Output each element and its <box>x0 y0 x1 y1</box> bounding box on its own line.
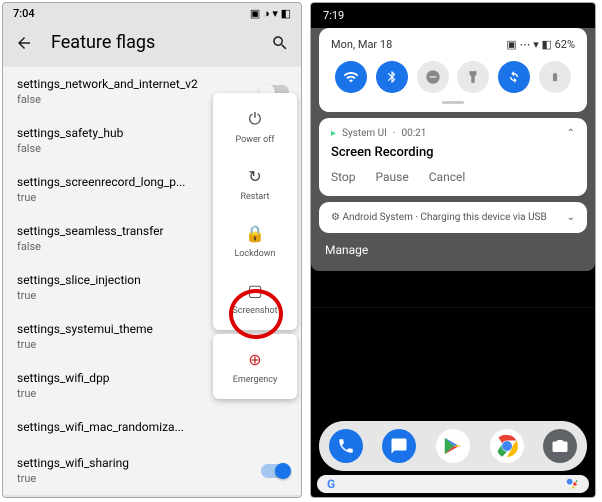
status-bar: 7:04 ▣ ◑ ▾ ◧ <box>3 3 301 22</box>
manage-button[interactable]: Manage <box>319 233 587 263</box>
lock-icon: 🔒 <box>217 224 293 243</box>
action-cancel[interactable]: Cancel <box>429 170 466 184</box>
assistant-icon[interactable] <box>565 477 579 491</box>
chevron-up-icon[interactable]: ⌃ <box>567 128 575 139</box>
screenshot-button[interactable]: ▢ Screenshot <box>213 269 297 326</box>
gear-icon: ⚙ <box>331 212 340 223</box>
notification-charging[interactable]: ⚙ Android System · Charging this device … <box>319 202 587 233</box>
toggle[interactable] <box>261 464 289 478</box>
app-messages-icon[interactable] <box>382 429 416 463</box>
screenshot-icon: ▢ <box>217 281 293 300</box>
shade-date: Mon, Mar 18 <box>331 38 392 51</box>
header: Feature flags <box>3 22 301 67</box>
search-icon[interactable] <box>271 34 289 52</box>
quick-settings-panel: Mon, Mar 18 ▣ ⋯ ▾ ◧ 62% <box>319 28 587 112</box>
notification-screen-recording[interactable]: ▸ System UI · 00:21 ⌃ Screen Recording S… <box>319 118 587 196</box>
phone-notification-shade: 7:19 Mon, Mar 18 ▣ ⋯ ▾ ◧ 62% <box>310 2 596 498</box>
app-camera-icon[interactable] <box>543 429 577 463</box>
app-phone-icon[interactable] <box>329 429 363 463</box>
restart-icon: ↻ <box>217 167 293 186</box>
android-icon: ▸ <box>331 128 336 139</box>
notification-title: Screen Recording <box>331 145 575 160</box>
dock <box>319 421 587 471</box>
back-icon[interactable] <box>15 34 33 52</box>
power-menu: ⏻ Power off ↻ Restart 🔒 Lockdown ▢ Scree… <box>213 93 297 399</box>
status-time: 7:19 <box>323 9 344 22</box>
status-time: 7:04 <box>13 7 35 20</box>
emergency-icon: ⊕ <box>217 350 293 369</box>
emergency-button[interactable]: ⊕ Emergency <box>213 338 297 395</box>
status-icons: ▣ ◑ ▾ ◧ <box>250 7 291 20</box>
status-bar: 7:19 <box>311 3 595 24</box>
qs-dnd[interactable] <box>417 61 449 93</box>
app-chrome-icon[interactable] <box>490 429 524 463</box>
lockdown-button[interactable]: 🔒 Lockdown <box>213 212 297 269</box>
setting-row[interactable]: settings_wifi_mac_randomiza... <box>3 410 301 446</box>
power-off-button[interactable]: ⏻ Power off <box>213 97 297 155</box>
action-stop[interactable]: Stop <box>331 170 356 184</box>
power-icon: ⏻ <box>217 109 293 129</box>
qs-bluetooth[interactable] <box>376 61 408 93</box>
page-title: Feature flags <box>51 32 253 53</box>
chevron-down-icon[interactable]: ⌄ <box>567 212 575 223</box>
notification-shade: Mon, Mar 18 ▣ ⋯ ▾ ◧ 62% ▸ System UI <box>311 28 595 271</box>
restart-button[interactable]: ↻ Restart <box>213 155 297 212</box>
action-pause[interactable]: Pause <box>376 170 409 184</box>
search-pill[interactable]: G <box>317 475 589 493</box>
home-screen: G <box>311 307 595 497</box>
qs-battery[interactable] <box>539 61 571 93</box>
shade-handle[interactable] <box>442 101 464 104</box>
qs-autorotate[interactable] <box>498 61 530 93</box>
google-logo-icon: G <box>327 477 335 491</box>
status-battery: ▣ ⋯ ▾ ◧ 62% <box>506 38 575 51</box>
app-play-store-icon[interactable] <box>436 429 470 463</box>
phone-feature-flags: 7:04 ▣ ◑ ▾ ◧ Feature flags settings_netw… <box>2 2 302 498</box>
qs-flashlight[interactable] <box>457 61 489 93</box>
qs-wifi[interactable] <box>335 61 367 93</box>
setting-row[interactable]: settings_wifi_sharing true <box>3 446 301 495</box>
